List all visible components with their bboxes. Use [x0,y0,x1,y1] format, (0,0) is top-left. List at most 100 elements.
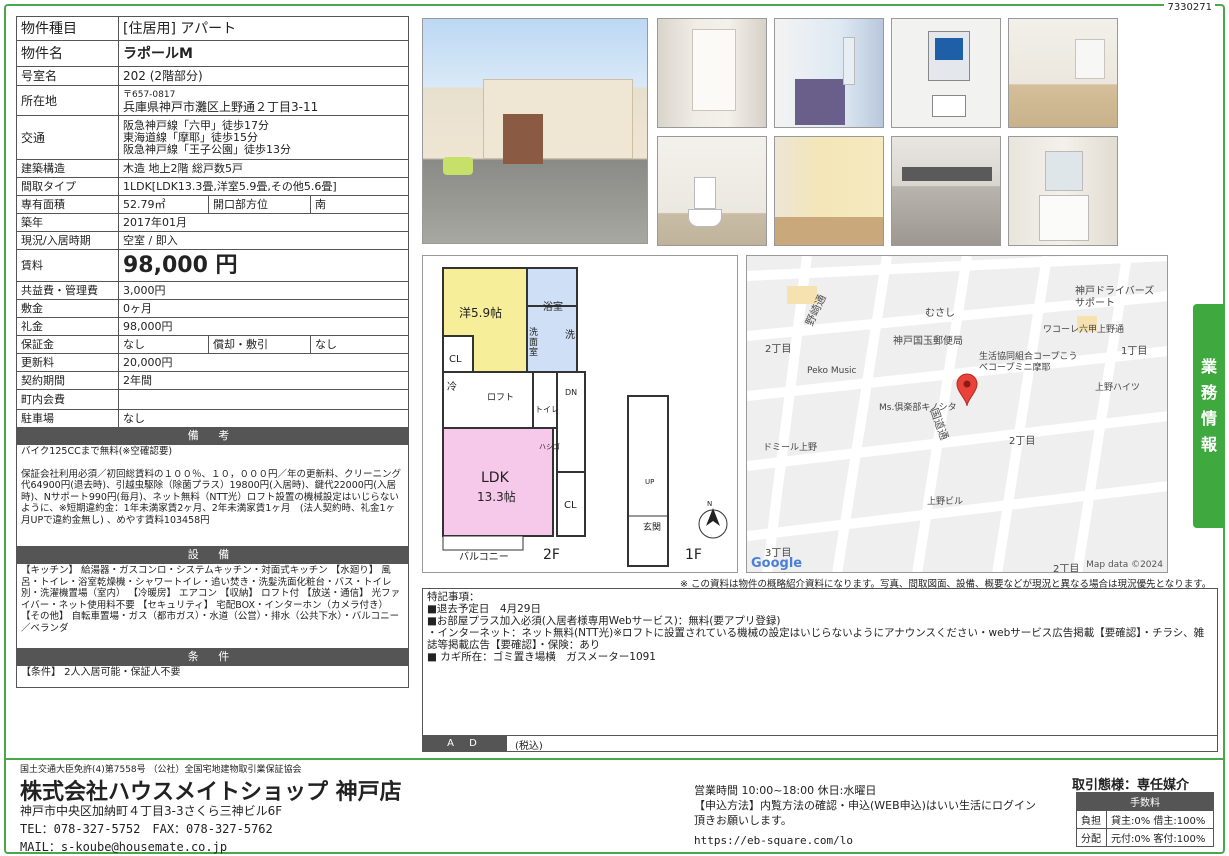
map-label: Ms.倶楽部キノシタ [879,403,957,413]
room-value: 202 (2階部分) [118,66,409,86]
intercom-photo[interactable] [891,18,1001,128]
built-key: 築年 [16,213,119,232]
entrance-label: 玄関 [643,523,662,533]
location-map[interactable]: 神戸ドライバーズサポート むさし 神戸国玉郵便局 ワコーレ六甲上野通 生活協同組… [746,255,1168,573]
bikou-line [21,458,404,469]
map-label: 神戸国玉郵便局 [893,336,963,347]
layout-key: 間取タイプ [16,177,119,196]
closet-label-2: CL [564,500,577,511]
application-method: 【申込方法】内覧方法の確認・申込(WEB申込)はいい生活にログイン頂きお願いしま… [694,799,1036,827]
traffic-line: 阪急神戸線「王子公園」徒歩13分 [123,142,291,156]
living-room-photo[interactable] [1008,18,1118,128]
bikou-line: バイク125CCまで無料(※空確認要) [21,446,173,457]
bikou-header: 備 考 [16,427,409,445]
side-tab-label: 業務情報 [1201,357,1218,454]
fee-burden-value: 貸主:0% 借主:100% [1106,810,1214,829]
application-url[interactable]: https://eb-square.com/lo [694,834,853,847]
area-key: 専有面積 [16,195,119,214]
kitchen-photo[interactable] [891,136,1001,246]
map-label: Peko Music [807,366,857,376]
structure-key: 建築構造 [16,159,119,178]
google-logo: Google [751,556,803,571]
layout-value: 1LDK[LDK13.3畳,洋室5.9畳,その他5.6畳] [118,177,409,196]
direction-key: 開口部方位 [208,195,311,214]
fee-table: 手数料 負担 貸主:0% 借主:100% 分配 元付:0% 客付:100% [1076,792,1214,847]
direction-value: 南 [310,195,409,214]
district-label: 2丁目 [1009,436,1036,447]
map-label: ドミール上野 [763,443,818,453]
district-label: 2丁目 [1053,564,1080,573]
amortization-value: なし [310,335,409,354]
fee-split-key: 分配 [1076,828,1107,847]
ad-label: A D [423,736,507,751]
closet-label-1: CL [449,354,462,365]
exterior-photo[interactable] [422,18,648,244]
fee-split-value: 元付:0% 客付:100% [1106,828,1214,847]
washer-label: 洗 [565,330,575,341]
closet-photo[interactable] [657,18,767,128]
contract-term-value: 2年間 [118,371,409,390]
jouken-header: 条 件 [16,648,409,666]
management-fee-key: 共益費・管理費 [16,281,119,300]
district-label: 2丁目 [765,344,792,355]
map-label: 上野ビル [927,497,964,507]
traffic-line: 東海道線「摩耶」徒歩15分 [123,130,258,144]
deposit-key: 敷金 [16,299,119,318]
ldk-label: LDK [481,470,509,486]
management-fee-value: 3,000円 [118,281,409,300]
up-label: UP [645,478,655,486]
footer: 国土交通大臣免許(4)第7558号 （公社）全国宅地建物取引業保証協会 株式会社… [6,758,1223,855]
bikou-line: 保証会社利用必須／初回総賃料の１００％、１０，０００円／年の更新料、クリーニング… [21,468,402,526]
fee-burden-key: 負担 [1076,810,1107,829]
jouken-body: 【条件】 2人入居可能・保証人不要 [16,665,409,688]
document-id: 7330271 [1164,2,1215,13]
map-label: むさし [925,308,955,319]
map-label: ワコーレ六甲上野通 [1043,325,1125,335]
floor-2f-label: 2F [543,547,560,563]
washroom-label: 洗面室 [529,328,539,358]
association-fee-key: 町内会費 [16,389,119,410]
business-info-tab[interactable]: 業務情報 [1193,304,1225,528]
map-label: 生活協同組合コープこうべコープミニ摩耶 [979,352,1078,373]
setsubi-header: 設 備 [16,546,409,564]
special-remarks-box: 特記事項： ■退去予定日 4月29日 ■お部屋プラス加入必須(入居者様専用Web… [422,588,1218,752]
address-value: 〒657-0817 兵庫県神戸市灘区上野通２丁目3-11 [118,85,409,116]
guarantee-key: 保証金 [16,335,119,354]
renewal-fee-key: 更新料 [16,353,119,372]
deposit-value: 0ヶ月 [118,299,409,318]
bedroom-photo[interactable] [774,136,884,246]
remarks-line: 特記事項： [427,591,480,603]
rent-value: 98,000 円 [118,249,409,282]
washroom-photo[interactable] [1008,136,1118,246]
north-arrow-icon: N [707,500,713,508]
floor-1f-label: 1F [685,547,702,563]
setsubi-body: 【キッチン】 給湯器・ガスコンロ・システムキッチン・対面式キッチン 【水廻り】 … [16,563,409,649]
key-money-value: 98,000円 [118,317,409,336]
balcony-photo[interactable] [774,18,884,128]
fridge-label: 冷 [447,382,457,393]
status-key: 現況/入居時期 [16,231,119,250]
parking-key: 駐車場 [16,409,119,428]
traffic-key: 交通 [16,115,119,160]
company-email[interactable]: MAIL：s-koube@housemate.co.jp [20,838,227,855]
remarks-line: ■お部屋プラス加入必須(入居者様専用Webサービス)：無料(要アプリ登録) [427,615,781,627]
type-value: [住居用] アパート [118,16,409,41]
fee-title: 手数料 [1076,792,1214,811]
traffic-value: 阪急神戸線「六甲」徒歩17分 東海道線「摩耶」徒歩15分 阪急神戸線「王子公園」… [118,115,409,160]
remarks-body: 特記事項： ■退去予定日 4月29日 ■お部屋プラス加入必須(入居者様専用Web… [423,589,1217,665]
remarks-line: ■退去予定日 4月29日 [427,603,541,615]
floor-plan: 洋5.9帖 浴室 洗面室 洗 CL 冷 ロフト トイレ DN ハシゴ LDK 1… [422,255,738,573]
ad-bar: A D (税込) [423,735,1217,752]
company-phone: TEL：078-327-5752 FAX：078-327-5762 [20,822,273,836]
association-fee-value [118,389,409,410]
ladder-label: ハシゴ [539,443,560,451]
map-label: 神戸ドライバーズサポート [1075,286,1155,309]
remarks-line: ■ カギ所在：ゴミ置き場横 ガスメーター1091 [427,651,656,663]
property-spec-table: 物件種目 [住居用] アパート 物件名 ラポールM 号室名 202 (2階部分) 所在… [16,16,409,688]
map-credit: Map data ©2024 [1086,560,1163,570]
name-value: ラポールM [118,40,409,67]
traffic-line: 阪急神戸線「六甲」徒歩17分 [123,118,269,132]
built-value: 2017年01月 [118,213,409,232]
renewal-fee-value: 20,000円 [118,353,409,372]
toilet-photo[interactable] [657,136,767,246]
